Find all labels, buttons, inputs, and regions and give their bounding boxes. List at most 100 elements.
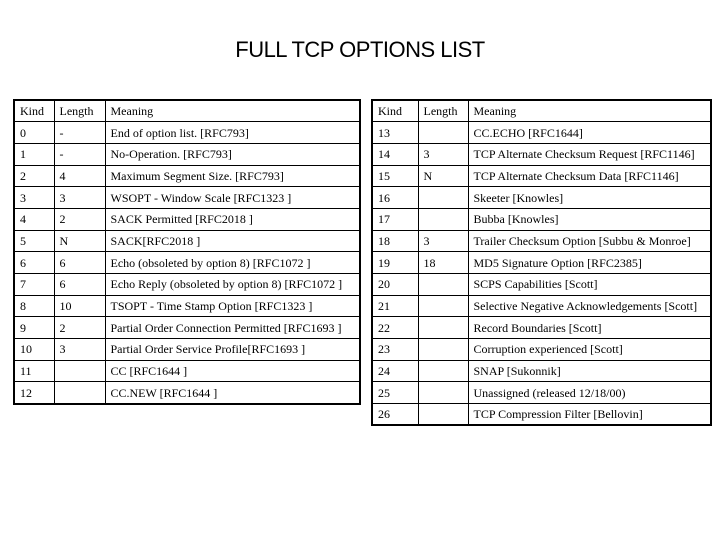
kind-cell: 23 bbox=[371, 338, 419, 361]
meaning-cell: Trailer Checksum Option [Subbu & Monroe] bbox=[467, 229, 712, 253]
meaning-cell: TCP Alternate Checksum Data [RFC1146] bbox=[467, 164, 712, 188]
meaning-cell: CC [RFC1644 ] bbox=[104, 359, 361, 383]
table-row: 13 CC.ECHO [RFC1644] bbox=[371, 121, 712, 144]
kind-cell: 3 bbox=[13, 186, 55, 209]
meaning-cell: MD5 Signature Option [RFC2385] bbox=[467, 251, 712, 274]
length-cell: 3 bbox=[53, 186, 106, 209]
table-row: 22 Record Boundaries [Scott] bbox=[371, 316, 712, 340]
meaning-cell: Skeeter [Knowles] bbox=[467, 186, 712, 209]
length-cell bbox=[417, 381, 469, 405]
header-length: Length bbox=[53, 99, 106, 123]
kind-cell: 2 bbox=[13, 164, 55, 188]
kind-cell: 14 bbox=[371, 142, 419, 166]
length-cell: 3 bbox=[417, 229, 469, 253]
header-meaning: Meaning bbox=[467, 99, 712, 123]
table-row: 10 3 Partial Order Service Profile[RFC1693… bbox=[13, 338, 361, 361]
table-row: 6 6 Echo (obsoleted by option 8) [RFC1072 … bbox=[13, 251, 361, 274]
meaning-cell: WSOPT - Window Scale [RFC1323 ] bbox=[104, 186, 361, 209]
kind-cell: 10 bbox=[13, 338, 55, 361]
table-row: 9 2 Partial Order Connection Permitted [RF… bbox=[13, 316, 361, 340]
length-cell: 3 bbox=[417, 142, 469, 166]
header-kind: Kind bbox=[371, 99, 419, 123]
kind-cell: 19 bbox=[371, 251, 419, 274]
table-row: 3 3 WSOPT - Window Scale [RFC1323 ] bbox=[13, 186, 361, 209]
length-cell: N bbox=[53, 229, 106, 253]
table-row: 5 N SACK[RFC2018 ] bbox=[13, 229, 361, 253]
length-cell bbox=[417, 403, 469, 426]
header-length: Length bbox=[417, 99, 469, 123]
meaning-cell: CC.ECHO [RFC1644] bbox=[467, 121, 712, 144]
kind-cell: 22 bbox=[371, 316, 419, 340]
table-row: 15 N TCP Alternate Checksum Data [RFC1146] bbox=[371, 164, 712, 188]
kind-cell: 13 bbox=[371, 121, 419, 144]
length-cell bbox=[417, 207, 469, 231]
length-cell bbox=[417, 121, 469, 144]
table-row: 8 10 TSOPT - Time Stamp Option [RFC1323 ] bbox=[13, 294, 361, 318]
table-row: 1- No-Operation. [RFC793] bbox=[13, 142, 361, 166]
kind-cell: 15 bbox=[371, 164, 419, 188]
length-cell: 2 bbox=[53, 316, 106, 340]
table-row: 23 Corruption experienced [Scott] bbox=[371, 338, 712, 361]
page-title: FULL TCP OPTIONS LIST bbox=[235, 37, 485, 62]
table-header-row: Kind Length Meaning bbox=[371, 99, 712, 123]
kind-cell: 5 bbox=[13, 229, 55, 253]
header-kind: Kind bbox=[13, 99, 55, 123]
length-cell: 6 bbox=[53, 251, 106, 274]
length-cell: 10 bbox=[53, 294, 106, 318]
meaning-cell: CC.NEW [RFC1644 ] bbox=[104, 381, 361, 405]
kind-cell: 7 bbox=[13, 273, 55, 296]
table-row: 12 CC.NEW [RFC1644 ] bbox=[13, 381, 361, 405]
meaning-cell: SACK Permitted [RFC2018 ] bbox=[104, 207, 361, 231]
kind-cell: 16 bbox=[371, 186, 419, 209]
length-cell bbox=[417, 186, 469, 209]
meaning-cell: No-Operation. [RFC793] bbox=[104, 142, 361, 166]
table-row: 4 2 SACK Permitted [RFC2018 ] bbox=[13, 207, 361, 231]
kind-cell: 12 bbox=[13, 381, 55, 405]
meaning-cell: Unassigned (released 12/18/00) bbox=[467, 381, 712, 405]
length-cell: 2 bbox=[53, 207, 106, 231]
kind-cell: 25 bbox=[371, 381, 419, 405]
meaning-cell: TSOPT - Time Stamp Option [RFC1323 ] bbox=[104, 294, 361, 318]
length-cell: 3 bbox=[53, 338, 106, 361]
length-cell bbox=[417, 316, 469, 340]
table-header-row: Kind Length Meaning bbox=[13, 99, 361, 123]
kind-cell: 21 bbox=[371, 294, 419, 318]
kind-cell: 0 bbox=[13, 121, 55, 144]
kind-cell: 20 bbox=[371, 273, 419, 296]
table-row: 21 Selective Negative Acknowledgements [S… bbox=[371, 294, 712, 318]
meaning-cell: SNAP [Sukonnik] bbox=[467, 359, 712, 383]
table-row: 7 6 Echo Reply (obsoleted by option 8) [RF… bbox=[13, 273, 361, 296]
meaning-cell: SCPS Capabilities [Scott] bbox=[467, 273, 712, 296]
kind-cell: 1 bbox=[13, 142, 55, 166]
table-row: 20 SCPS Capabilities [Scott] bbox=[371, 273, 712, 296]
meaning-cell: SACK[RFC2018 ] bbox=[104, 229, 361, 253]
table-row: 0- End of option list. [RFC793] bbox=[13, 121, 361, 144]
kind-cell: 8 bbox=[13, 294, 55, 318]
table-row: 25 Unassigned (released 12/18/00) bbox=[371, 381, 712, 405]
kind-cell: 17 bbox=[371, 207, 419, 231]
table-row: 26 TCP Compression Filter [Bellovin] bbox=[371, 403, 712, 426]
table-row: 14 3 TCP Alternate Checksum Request [RFC11… bbox=[371, 142, 712, 166]
meaning-cell: Partial Order Service Profile[RFC1693 ] bbox=[104, 338, 361, 361]
kind-cell: 6 bbox=[13, 251, 55, 274]
table-row: 17 Bubba [Knowles] bbox=[371, 207, 712, 231]
table-row: 18 3 Trailer Checksum Option [Subbu & Monr… bbox=[371, 229, 712, 253]
meaning-cell: Echo Reply (obsoleted by option 8) [RFC1… bbox=[104, 273, 361, 296]
meaning-cell: Partial Order Connection Permitted [RFC1… bbox=[104, 316, 361, 340]
table-row: 24 SNAP [Sukonnik] bbox=[371, 359, 712, 383]
length-cell bbox=[53, 359, 106, 383]
length-cell: 4 bbox=[53, 164, 106, 188]
meaning-cell: Maximum Segment Size. [RFC793] bbox=[104, 164, 361, 188]
length-cell: 18 bbox=[417, 251, 469, 274]
options-table-right: Kind Length Meaning 13 CC.ECHO [RFC1644] 1… bbox=[371, 99, 712, 427]
length-cell: N bbox=[417, 164, 469, 188]
table-row: 2 4 Maximum Segment Size. [RFC793] bbox=[13, 164, 361, 188]
length-cell: 6 bbox=[53, 273, 106, 296]
meaning-cell: Record Boundaries [Scott] bbox=[467, 316, 712, 340]
meaning-cell: Selective Negative Acknowledgements [Sco… bbox=[467, 294, 712, 318]
table-row: 11 CC [RFC1644 ] bbox=[13, 359, 361, 383]
meaning-cell: Corruption experienced [Scott] bbox=[467, 338, 712, 361]
length-cell bbox=[53, 381, 106, 405]
meaning-cell: TCP Compression Filter [Bellovin] bbox=[467, 403, 712, 426]
meaning-cell: Bubba [Knowles] bbox=[467, 207, 712, 231]
